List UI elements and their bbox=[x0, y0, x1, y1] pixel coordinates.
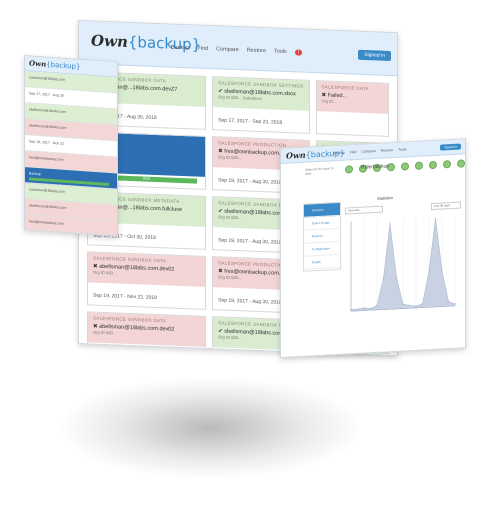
service-sidebar: Services Data Lineage Reports Configuration… bbox=[303, 201, 341, 272]
list-item-text: Backup bbox=[29, 171, 41, 177]
list-item-text: abellsman@18labs.com bbox=[29, 203, 67, 210]
range-select[interactable]: Last 30 days bbox=[431, 201, 461, 211]
data-point bbox=[435, 218, 436, 220]
list-item-text: fres@ownbackup.com bbox=[29, 219, 64, 226]
card-date-range: Sep 17, 2017 - Sep 23, 2018 bbox=[218, 117, 283, 126]
list-item-text: Sep 17, 2017 - Aug 30 bbox=[29, 91, 64, 98]
card-status-area: Salesforce Sandbox Settings ✔ sbellsman@1… bbox=[213, 77, 309, 111]
status-strip: Status for the past 14 days bbox=[305, 158, 465, 186]
card-row: Salesforce Sandbox Data ✔ caertaran@...18… bbox=[87, 71, 389, 137]
nav-tools[interactable]: Tools bbox=[398, 147, 406, 151]
statistics-chart bbox=[350, 215, 456, 312]
sidebar-item[interactable]: Health bbox=[304, 254, 340, 270]
status-ok-icon[interactable] bbox=[443, 160, 451, 169]
list-item-text: fres@ownbackup.com bbox=[29, 155, 64, 162]
backup-card[interactable]: Salesforce Sandbox Data ✖ abellsman@18lab… bbox=[87, 251, 207, 310]
card-status-area: Salesforce Sandbox Data ✖ abellsman@18lab… bbox=[88, 252, 206, 287]
nav-backup[interactable]: Backup bbox=[333, 151, 345, 156]
data-point bbox=[389, 223, 391, 225]
status-ok-icon[interactable] bbox=[415, 161, 423, 170]
notification-badge[interactable]: ! bbox=[294, 49, 303, 56]
nav-backup[interactable]: Backup bbox=[171, 45, 189, 52]
nav-restore[interactable]: Restore bbox=[247, 47, 266, 54]
status-ok-icon[interactable] bbox=[345, 165, 353, 174]
nav-find[interactable]: Find bbox=[197, 46, 208, 52]
list-window: Own{backup} caertaran@18labs.com Sep 17, … bbox=[24, 55, 118, 237]
card-status-area: Salesforce Sandbox Data ✖ abellsman@18lab… bbox=[88, 312, 206, 347]
card-label: Salesforce Data bbox=[321, 84, 369, 92]
chart-title: Statistics bbox=[377, 195, 394, 201]
list-item-text: abellsman@18labs.com bbox=[29, 123, 67, 130]
backup-card[interactable]: Salesforce Sandbox Settings ✔ sbellsman@1… bbox=[212, 76, 310, 134]
status-label: Status for the past 14 days bbox=[305, 166, 334, 176]
list-item-text: Sep 19, 2017 - Nov 22 bbox=[29, 139, 65, 146]
nav-tools[interactable]: Tools bbox=[274, 49, 287, 55]
status-ok-icon[interactable] bbox=[429, 160, 437, 170]
list-item-text: caertaran@18labs.com bbox=[29, 187, 66, 194]
main-nav: Backup Find Compare Restore Tools ! bbox=[171, 45, 303, 56]
list-logo[interactable]: Own{backup} bbox=[29, 58, 80, 71]
backup-card[interactable]: Salesforce Data ✖ Failed... Org ID... bbox=[315, 80, 389, 137]
status-ok-icon[interactable] bbox=[401, 162, 409, 171]
card-date-range: Sep 19, 2017 - Aug 30, 2018 bbox=[218, 237, 282, 246]
list-item-text: sbellsman@18labs.com bbox=[29, 107, 67, 114]
card-label: Salesforce Sandbox Settings bbox=[218, 80, 304, 89]
nav-find[interactable]: Find bbox=[350, 150, 357, 154]
object-select[interactable]: Accounts bbox=[345, 205, 383, 215]
backup-card[interactable]: Salesforce Sandbox Data ✖ abellsman@18lab… bbox=[87, 311, 207, 357]
backup-list: caertaran@18labs.com Sep 17, 2017 - Aug 3… bbox=[25, 71, 117, 237]
nav-restore[interactable]: Restore bbox=[381, 148, 393, 153]
list-item-text: caertaran@18labs.com bbox=[29, 75, 66, 82]
statistics-window: Own{backup} Backup Find Compare Restore … bbox=[280, 138, 466, 358]
nav-compare[interactable]: Compare bbox=[216, 46, 239, 53]
nav-compare[interactable]: Compare bbox=[362, 149, 376, 154]
signin-button[interactable]: Signed in bbox=[358, 49, 391, 62]
status-ok-icon[interactable] bbox=[457, 159, 465, 168]
card-status-area: Salesforce Data ✖ Failed... Org ID... bbox=[316, 81, 388, 114]
drop-shadow bbox=[60, 378, 360, 478]
card-date-range: Sep 19, 2017 - Nov 22, 2018 bbox=[93, 292, 157, 302]
card-org-id: Org ID... bbox=[321, 98, 337, 104]
signin-button[interactable]: Signed in bbox=[440, 143, 461, 151]
app-header: Own{backup} Backup Find Compare Restore … bbox=[79, 21, 397, 77]
card-date-range: Sep 19, 2017 - Aug 30, 2018 bbox=[218, 177, 282, 186]
card-date-range: Sep 19, 2017 - Aug 30, 2018 bbox=[218, 297, 282, 306]
